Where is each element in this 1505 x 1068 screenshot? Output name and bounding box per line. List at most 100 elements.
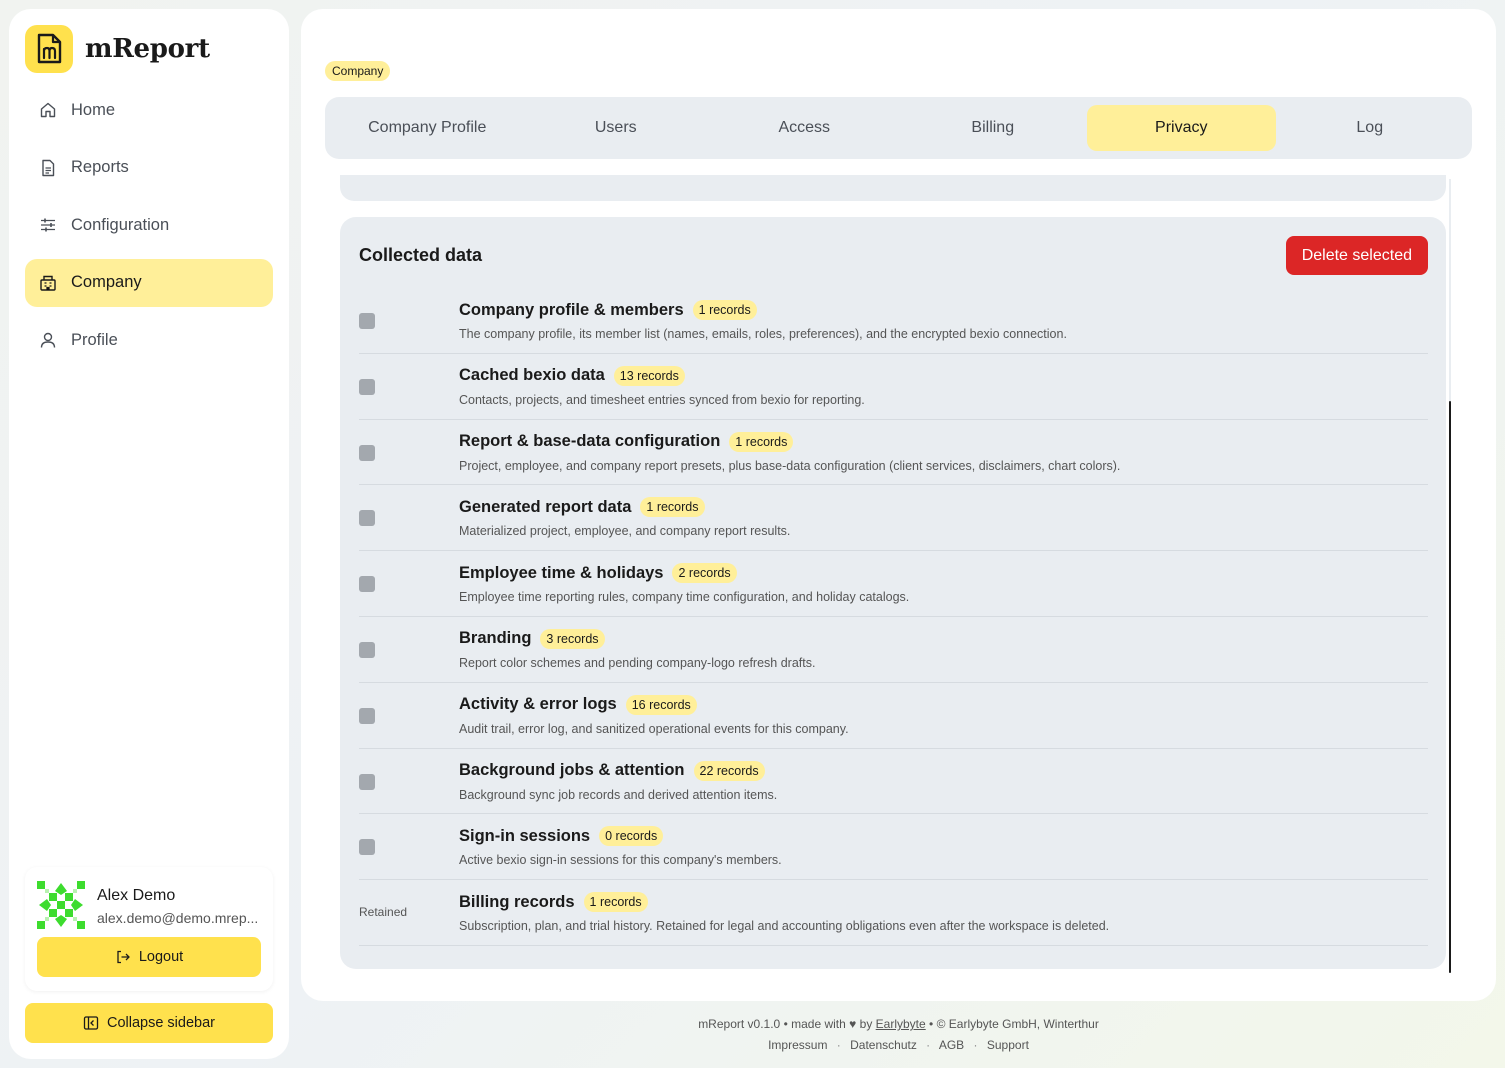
category-description: Audit trail, error log, and sanitized op…: [459, 721, 849, 736]
category-title: Sign-in sessions: [459, 826, 591, 845]
footer-link-support[interactable]: Support: [987, 1038, 1029, 1052]
avatar[interactable]: [37, 881, 85, 929]
tab-access[interactable]: Access: [710, 105, 899, 151]
sidebar-item-reports[interactable]: Reports: [25, 144, 273, 192]
list-item: Generated report data 1 records Material…: [359, 485, 1428, 552]
data-category-list: Company profile & members 1 records The …: [359, 288, 1428, 946]
row-checkbox[interactable]: [359, 839, 375, 856]
category-description: Contacts, projects, and timesheet entrie…: [459, 392, 865, 407]
sidebar-item-configuration[interactable]: Configuration: [25, 201, 273, 249]
previous-card: [340, 175, 1446, 201]
list-item: Cached bexio data 13 records Contacts, p…: [359, 354, 1428, 420]
records-badge: 22 records: [693, 760, 765, 781]
list-item: Sign-in sessions 0 records Active bexio …: [359, 814, 1428, 881]
category-title: Cached bexio data: [459, 366, 605, 385]
collected-data-title: Collected data: [359, 245, 483, 265]
list-item: Retained Billing records 1 records Subsc…: [359, 880, 1428, 946]
category-title: Report & base-data configuration: [459, 432, 721, 451]
tab-billing[interactable]: Billing: [899, 105, 1088, 151]
category-title: Generated report data: [459, 497, 632, 516]
user-icon: [39, 331, 57, 349]
collected-data-card: Collected data Delete selected Company p…: [340, 217, 1446, 969]
category-title: Employee time & holidays: [459, 563, 664, 582]
records-badge: 2 records: [672, 563, 737, 584]
category-description: Report color schemes and pending company…: [459, 655, 816, 670]
collapse-sidebar-label: Collapse sidebar: [106, 1015, 215, 1031]
footer-links: Impressum · Datenschutz · AGB · Support: [768, 1038, 1029, 1052]
records-badge: 13 records: [613, 365, 685, 386]
footer-link-agb[interactable]: AGB: [939, 1038, 964, 1052]
footer-made-with: made with: [791, 1017, 846, 1031]
sidebar-nav: Home Reports Configuration Company Profi…: [25, 86, 273, 374]
list-item: Report & base-data configuration 1 recor…: [359, 420, 1428, 486]
records-badge: 1 records: [583, 892, 648, 913]
footer-version: mReport v0.1.0: [698, 1017, 781, 1031]
category-title: Branding: [459, 629, 532, 648]
row-checkbox[interactable]: [359, 773, 375, 790]
category-title: Activity & error logs: [459, 695, 617, 714]
records-badge: 3 records: [540, 628, 605, 649]
scrollbar-thumb[interactable]: [1449, 401, 1451, 973]
category-description: The company profile, its member list (na…: [459, 327, 1067, 341]
category-description: Subscription, plan, and trial history. R…: [459, 919, 1110, 934]
footer-copyright: © Earlybyte GmbH, Winterthur: [936, 1017, 1099, 1031]
logout-button[interactable]: Logout: [37, 937, 261, 977]
tab-privacy[interactable]: Privacy: [1087, 105, 1276, 151]
tab-bar: Company Profile Users Access Billing Pri…: [325, 97, 1472, 159]
footer-link-datenschutz[interactable]: Datenschutz: [850, 1038, 917, 1052]
records-badge: 1 records: [729, 431, 794, 452]
records-badge: 1 records: [692, 300, 757, 320]
brand-name: mReport: [85, 34, 210, 64]
list-item: Background jobs & attention 22 records B…: [359, 749, 1428, 815]
collapse-sidebar-button[interactable]: Collapse sidebar: [25, 1003, 273, 1043]
retained-label: Retained: [359, 905, 408, 920]
category-description: Materialized project, employee, and comp…: [459, 524, 791, 539]
row-checkbox[interactable]: [359, 510, 375, 527]
report-icon: [39, 159, 57, 177]
sidebar: mReport Home Reports Configuration Compa…: [9, 9, 289, 1059]
row-checkbox[interactable]: [359, 444, 375, 461]
tab-company-profile[interactable]: Company Profile: [333, 105, 522, 151]
sidebar-collapse-icon: [83, 1015, 99, 1031]
records-badge: 16 records: [625, 694, 697, 715]
category-title: Background jobs & attention: [459, 761, 685, 780]
records-badge: 1 records: [640, 497, 705, 518]
breadcrumb: Company: [325, 61, 391, 81]
footer-by: by: [859, 1017, 873, 1031]
sidebar-item-home[interactable]: Home: [25, 86, 273, 134]
records-badge: 0 records: [599, 826, 664, 847]
sidebar-item-label: Configuration: [71, 215, 170, 234]
footer-credits: mReport v0.1.0 • made with ♥ by Earlybyt…: [698, 1017, 1099, 1031]
row-checkbox[interactable]: [359, 378, 375, 395]
row-checkbox[interactable]: [359, 707, 375, 724]
sidebar-item-company[interactable]: Company: [25, 258, 273, 307]
list-item: Branding 3 records Report color schemes …: [359, 617, 1428, 683]
category-description: Background sync job records and derived …: [459, 787, 778, 802]
tab-users[interactable]: Users: [522, 105, 711, 151]
sidebar-item-label: Profile: [71, 330, 118, 349]
category-title: Billing records: [459, 892, 575, 911]
list-item: Activity & error logs 16 records Audit t…: [359, 683, 1428, 749]
category-description: Active bexio sign-in sessions for this c…: [459, 853, 782, 868]
tab-log[interactable]: Log: [1276, 105, 1465, 151]
footer: mReport v0.1.0 • made with ♥ by Earlybyt…: [301, 1015, 1496, 1054]
sidebar-item-label: Reports: [71, 158, 129, 176]
home-icon: [39, 101, 57, 119]
user-name: Alex Demo: [97, 887, 176, 904]
list-item: Employee time & holidays 2 records Emplo…: [359, 551, 1428, 617]
brand[interactable]: mReport: [25, 25, 210, 73]
privacy-scroll-area[interactable]: Collected data Delete selected Company p…: [325, 175, 1456, 975]
footer-link-impressum[interactable]: Impressum: [768, 1038, 827, 1052]
row-checkbox[interactable]: [359, 576, 375, 593]
sidebar-item-label: Company: [71, 273, 142, 291]
footer-maker-link[interactable]: Earlybyte: [876, 1017, 926, 1031]
user-email: alex.demo@demo.mrep...: [97, 910, 259, 926]
logout-label: Logout: [138, 949, 184, 965]
category-description: Project, employee, and company report pr…: [459, 458, 1121, 473]
row-checkbox[interactable]: [359, 641, 375, 658]
row-checkbox[interactable]: [359, 313, 375, 329]
sidebar-item-profile[interactable]: Profile: [25, 316, 273, 364]
delete-selected-button[interactable]: Delete selected: [1285, 236, 1428, 275]
heart-icon: ♥: [849, 1017, 857, 1031]
sidebar-item-label: Home: [71, 100, 116, 119]
